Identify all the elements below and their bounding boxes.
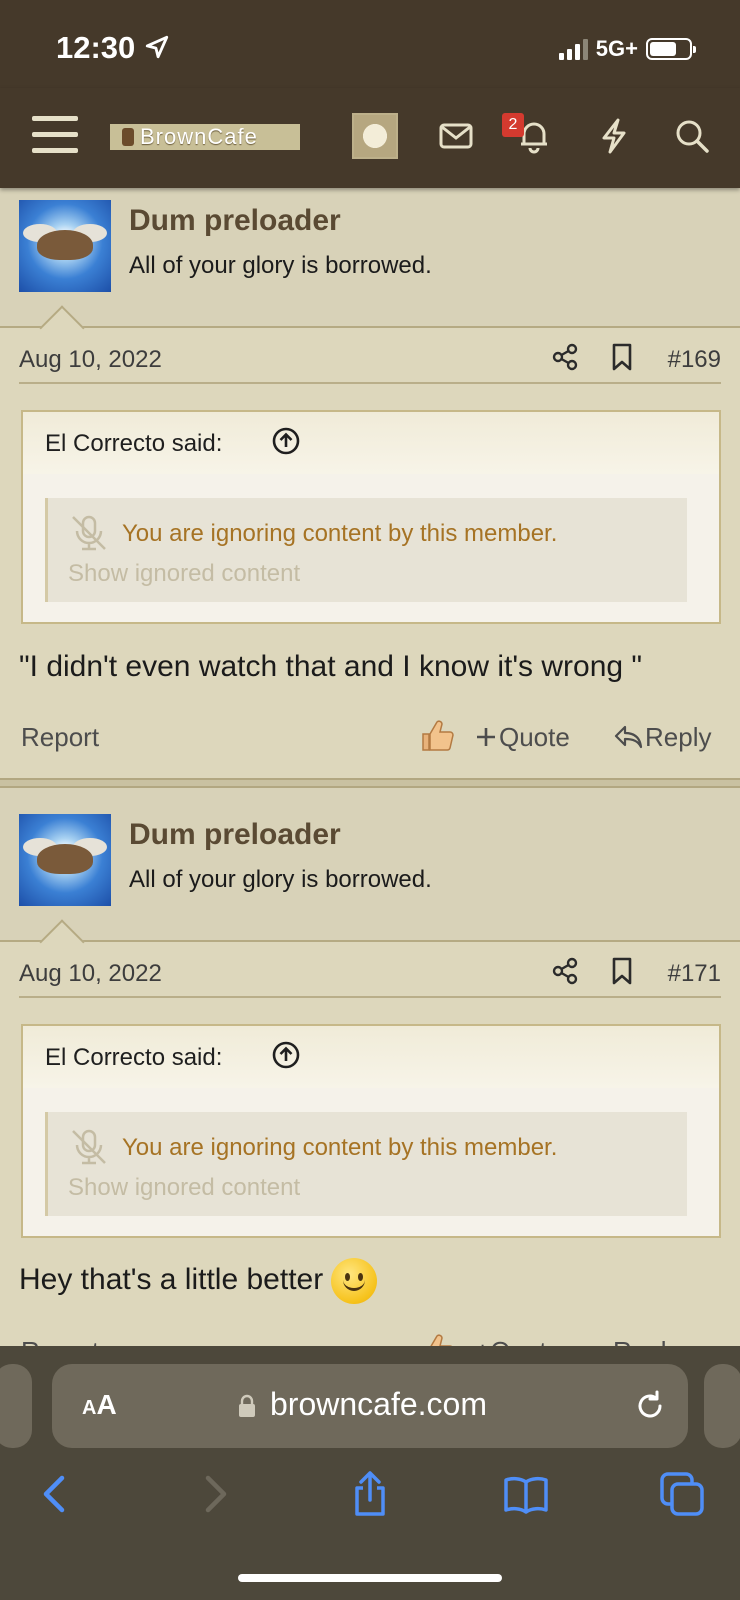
url-text[interactable]: browncafe.com	[270, 1386, 487, 1423]
quote-author[interactable]: El Correcto said:	[45, 430, 222, 458]
reply-icon	[614, 725, 643, 749]
post-actions: Report +Quote Reply	[19, 1332, 721, 1346]
report-link[interactable]: Report	[21, 722, 99, 753]
envelope-icon[interactable]	[436, 116, 476, 156]
site-name: BrownCafe	[140, 124, 258, 149]
user-title: All of your glory is borrowed.	[129, 252, 432, 279]
quote-block: El Correcto said: You are ignoring conte…	[21, 410, 721, 624]
site-header: BrownCafe 2	[0, 88, 740, 188]
network-label: 5G+	[595, 36, 638, 61]
quote-label: Quote	[499, 722, 570, 752]
bookmarks-icon[interactable]	[502, 1470, 550, 1518]
user-avatar[interactable]	[19, 814, 111, 906]
status-time-text: 12:30	[56, 30, 136, 65]
share-icon[interactable]	[551, 956, 579, 986]
quote-label: Quote	[490, 1336, 561, 1346]
quote-block: El Correcto said: You are ignoring conte…	[21, 1024, 721, 1238]
user-title: All of your glory is borrowed.	[129, 866, 432, 893]
plus-icon	[477, 728, 495, 746]
forward-icon	[205, 1475, 227, 1513]
arrow-up-circle-icon[interactable]	[271, 426, 301, 456]
username[interactable]: Dum preloader	[129, 204, 341, 238]
post-number[interactable]: #169	[668, 346, 721, 374]
reader-settings-button[interactable]: AA	[82, 1389, 117, 1421]
bookmark-icon[interactable]	[609, 956, 635, 986]
mute-icon	[72, 1129, 106, 1165]
post-actions: Report Quote Reply	[19, 718, 721, 758]
lock-icon	[239, 1394, 255, 1417]
notification-badge: 2	[502, 113, 524, 137]
username[interactable]: Dum preloader	[129, 818, 341, 852]
tabs-icon[interactable]	[658, 1470, 706, 1518]
home-indicator[interactable]	[238, 1574, 502, 1582]
reply-button[interactable]: Reply	[613, 1336, 679, 1346]
report-link[interactable]: Report	[21, 1336, 99, 1346]
signal-icon	[558, 38, 588, 60]
quote-button[interactable]: +Quote	[475, 1336, 561, 1346]
like-icon[interactable]	[419, 718, 455, 754]
post-number[interactable]: #171	[668, 960, 721, 988]
location-arrow-icon	[145, 35, 169, 59]
smiley-emoji-icon	[331, 1258, 378, 1304]
quote-header: El Correcto said:	[23, 412, 719, 474]
mute-icon	[72, 515, 106, 551]
bookmark-icon[interactable]	[609, 342, 635, 372]
like-icon[interactable]	[419, 1332, 455, 1346]
status-time: 12:30	[56, 30, 170, 66]
search-icon[interactable]	[672, 116, 712, 156]
arrow-up-circle-icon[interactable]	[271, 1040, 301, 1070]
user-avatar[interactable]	[19, 200, 111, 292]
address-bar[interactable]: AA browncafe.com	[52, 1364, 688, 1448]
show-ignored-link[interactable]: Show ignored content	[68, 1174, 300, 1202]
next-tab-peek[interactable]	[704, 1364, 740, 1448]
post-message: "I didn't even watch that and I know it'…	[19, 650, 643, 683]
quote-author[interactable]: El Correcto said:	[45, 1044, 222, 1072]
post-date[interactable]: Aug 10, 2022	[19, 960, 162, 988]
battery-icon	[646, 38, 696, 60]
reply-label: Reply	[645, 722, 712, 752]
back-icon[interactable]	[32, 1470, 80, 1518]
ignored-content-notice: You are ignoring content by this member.…	[45, 498, 687, 602]
post-meta: Aug 10, 2022 #171	[19, 956, 721, 998]
post-date[interactable]: Aug 10, 2022	[19, 346, 162, 374]
account-avatar[interactable]	[352, 113, 398, 159]
quote-button[interactable]: Quote	[475, 722, 570, 753]
ignored-message: You are ignoring content by this member.	[122, 520, 558, 547]
post-separator	[0, 778, 740, 788]
status-bar: 12:30 5G+	[0, 0, 740, 88]
site-logo[interactable]: BrownCafe	[110, 124, 300, 150]
post-message-text: Hey that's a little better	[19, 1262, 324, 1296]
post-message: Hey that's a little better	[19, 1258, 378, 1304]
ignored-message: You are ignoring content by this member.	[122, 1134, 558, 1161]
ignored-content-notice: You are ignoring content by this member.…	[45, 1112, 687, 1216]
quote-header: El Correcto said:	[23, 1026, 719, 1088]
post-meta: Aug 10, 2022 #169	[19, 342, 721, 384]
share-sheet-icon[interactable]	[346, 1470, 394, 1518]
reply-button[interactable]: Reply	[613, 722, 711, 753]
reload-icon[interactable]	[632, 1388, 668, 1424]
aa-large: A	[96, 1389, 117, 1420]
status-indicators: 5G+	[558, 36, 696, 62]
post-actions-clipped: Report +Quote Reply	[0, 1326, 740, 1346]
menu-icon[interactable]	[32, 116, 78, 156]
previous-tab-peek[interactable]	[0, 1364, 32, 1448]
show-ignored-link[interactable]: Show ignored content	[68, 560, 300, 588]
logo-figure-icon	[122, 128, 134, 146]
bolt-icon[interactable]	[594, 116, 634, 156]
aa-small: A	[82, 1397, 97, 1419]
reply-label: Reply	[613, 1336, 679, 1346]
share-icon[interactable]	[551, 342, 579, 372]
browser-toolbar: AA browncafe.com	[0, 1346, 740, 1600]
